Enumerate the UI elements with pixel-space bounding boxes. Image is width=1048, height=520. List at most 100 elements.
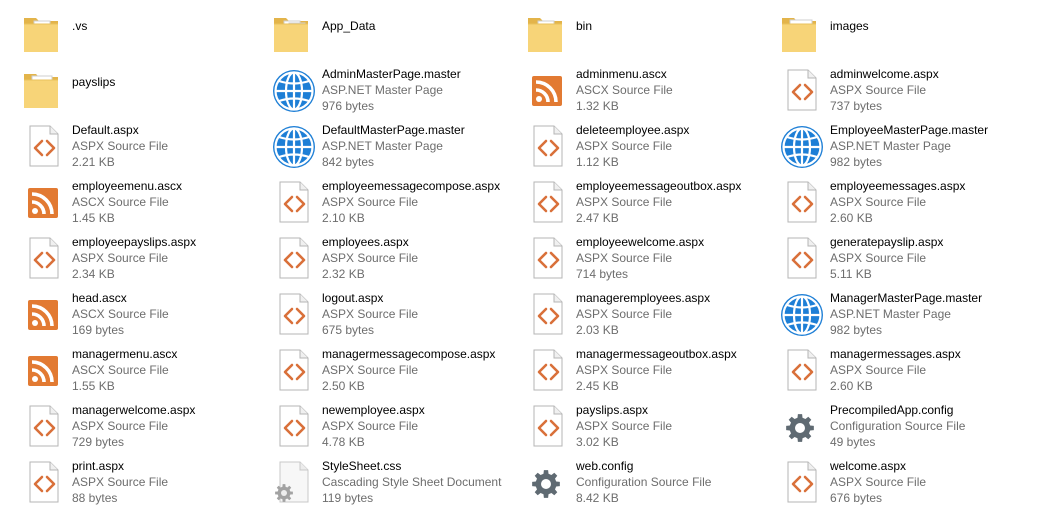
file-item[interactable]: EmployeeMasterPage.master ASP.NET Master … [778,122,1028,176]
folder-item[interactable]: ge images [778,10,1028,64]
file-item[interactable]: payslips.aspx ASPX Source File 3.02 KB [524,402,774,456]
file-item[interactable]: managerwelcome.aspx ASPX Source File 729 b… [20,402,270,456]
file-item[interactable]: logout.aspx ASPX Source File 675 bytes [270,290,520,344]
file-item[interactable]: manageremployees.aspx ASPX Source File 2.0… [524,290,774,344]
item-details: head.ascx ASCX Source File 169 bytes [72,290,268,338]
item-name: employeemenu.ascx [72,179,183,193]
file-item[interactable]: generatepayslip.aspx ASPX Source File 5.11… [778,234,1028,288]
item-size: 88 bytes [72,491,118,505]
file-item[interactable]: head.ascx ASCX Source File 169 bytes [20,290,270,344]
folder-icon [270,10,318,58]
file-item[interactable]: web.config Configuration Source File 8.42 … [524,458,774,512]
file-item[interactable]: employeemenu.ascx ASCX Source File 1.45 KB [20,178,270,232]
file-item[interactable]: StyleSheet.css Cascading Style Sheet Docu… [270,458,520,512]
item-details: managerwelcome.aspx ASPX Source File 729 b… [72,402,268,450]
file-item[interactable]: employeepayslips.aspx ASPX Source File 2.3… [20,234,270,288]
config-gear-icon [778,402,826,450]
file-item[interactable]: print.aspx ASPX Source File 88 bytes [20,458,270,512]
file-item[interactable]: managermessages.aspx ASPX Source File 2.60… [778,346,1028,400]
globe-icon [270,66,318,114]
file-item[interactable]: adminmenu.ascx ASCX Source File 1.32 KB [524,66,774,120]
file-item[interactable]: managermenu.ascx ASCX Source File 1.55 KB [20,346,270,400]
item-type: ASCX Source File [72,195,169,209]
item-size: 676 bytes [830,491,883,505]
item-size: 1.55 KB [72,379,115,393]
item-name: manageremployees.aspx [576,291,711,305]
code-file-icon [524,234,572,282]
item-details: generatepayslip.aspx ASPX Source File 5.11… [830,234,1026,282]
file-item[interactable]: newemployee.aspx ASPX Source File 4.78 KB [270,402,520,456]
item-name: payslips [72,75,116,89]
item-name: Default.aspx [72,123,139,137]
item-type: ASCX Source File [72,363,169,377]
code-file-icon [778,234,826,282]
item-details: newemployee.aspx ASPX Source File 4.78 KB [322,402,518,450]
rss-icon [20,178,68,226]
file-item[interactable]: employeemessagecompose.aspx ASPX Source F… [270,178,520,232]
item-name: managermessageoutbox.aspx [576,347,737,361]
item-type: ASPX Source File [830,195,927,209]
item-details: PrecompiledApp.config Configuration Sourc… [830,402,1026,450]
file-item[interactable]: employeemessageoutbox.aspx ASPX Source Fi… [524,178,774,232]
item-type: ASPX Source File [72,139,169,153]
folder-item[interactable]: .vs [20,10,270,64]
item-name: DefaultMasterPage.master [322,123,465,137]
item-name: managerwelcome.aspx [72,403,196,417]
folder-item[interactable]: bin [524,10,774,64]
file-item[interactable]: welcome.aspx ASPX Source File 676 bytes [778,458,1028,512]
folder-item[interactable]: App_Data [270,10,520,64]
item-size: 982 bytes [830,155,883,169]
config-gear-icon [524,458,572,506]
item-type: ASPX Source File [72,419,169,433]
rss-icon [20,290,68,338]
file-item[interactable]: AdminMasterPage.master ASP.NET Master Pag… [270,66,520,120]
file-item[interactable]: DefaultMasterPage.master ASP.NET Master P… [270,122,520,176]
item-name: bin [576,19,593,33]
item-details: managermessageoutbox.aspx ASPX Source Fil… [576,346,772,394]
item-type: ASCX Source File [576,83,673,97]
item-details: ManagerMasterPage.master ASP.NET Master P… [830,290,1026,338]
file-item[interactable]: employeewelcome.aspx ASPX Source File 714 … [524,234,774,288]
item-details: managermenu.ascx ASCX Source File 1.55 KB [72,346,268,394]
item-type: ASPX Source File [322,195,419,209]
code-file-icon [778,178,826,226]
item-type: Configuration Source File [576,475,712,489]
item-type: ASPX Source File [322,363,419,377]
item-size: 2.32 KB [322,267,365,281]
item-details: web.config Configuration Source File 8.42 … [576,458,772,506]
file-item[interactable]: managermessageoutbox.aspx ASPX Source Fil… [524,346,774,400]
item-size: 2.34 KB [72,267,115,281]
item-name: EmployeeMasterPage.master [830,123,989,137]
item-size: 2.50 KB [322,379,365,393]
item-details: App_Data [322,18,518,34]
item-name: StyleSheet.css [322,459,402,473]
file-item[interactable]: Default.aspx ASPX Source File 2.21 KB [20,122,270,176]
item-details: StyleSheet.css Cascading Style Sheet Docu… [322,458,518,506]
folder-icon [524,10,572,58]
folder-icon: ge [778,10,826,58]
item-type: ASPX Source File [830,363,927,377]
item-size: 1.12 KB [576,155,619,169]
file-item[interactable]: employeemessages.aspx ASPX Source File 2.6… [778,178,1028,232]
folder-icon [20,10,68,58]
item-size: 1.45 KB [72,211,115,225]
globe-icon [778,290,826,338]
file-item[interactable]: ManagerMasterPage.master ASP.NET Master P… [778,290,1028,344]
file-item[interactable]: deleteemployee.aspx ASPX Source File 1.12 … [524,122,774,176]
folder-item[interactable]: payslips [20,66,270,120]
code-file-icon [20,402,68,450]
item-size: 982 bytes [830,323,883,337]
file-item[interactable]: employees.aspx ASPX Source File 2.32 KB [270,234,520,288]
file-item[interactable]: managermessagecompose.aspx ASPX Source Fi… [270,346,520,400]
item-name: web.config [576,459,634,473]
item-type: ASPX Source File [576,139,673,153]
item-details: employeemenu.ascx ASCX Source File 1.45 KB [72,178,268,226]
item-details: employeemessagecompose.aspx ASPX Source F… [322,178,518,226]
item-name: managermenu.ascx [72,347,178,361]
item-name: ManagerMasterPage.master [830,291,983,305]
item-type: ASP.NET Master Page [322,83,443,97]
file-item[interactable]: PrecompiledApp.config Configuration Sourc… [778,402,1028,456]
item-details: employeemessageoutbox.aspx ASPX Source Fi… [576,178,772,226]
file-item[interactable]: adminwelcome.aspx ASPX Source File 737 byt… [778,66,1028,120]
item-details: Default.aspx ASPX Source File 2.21 KB [72,122,268,170]
